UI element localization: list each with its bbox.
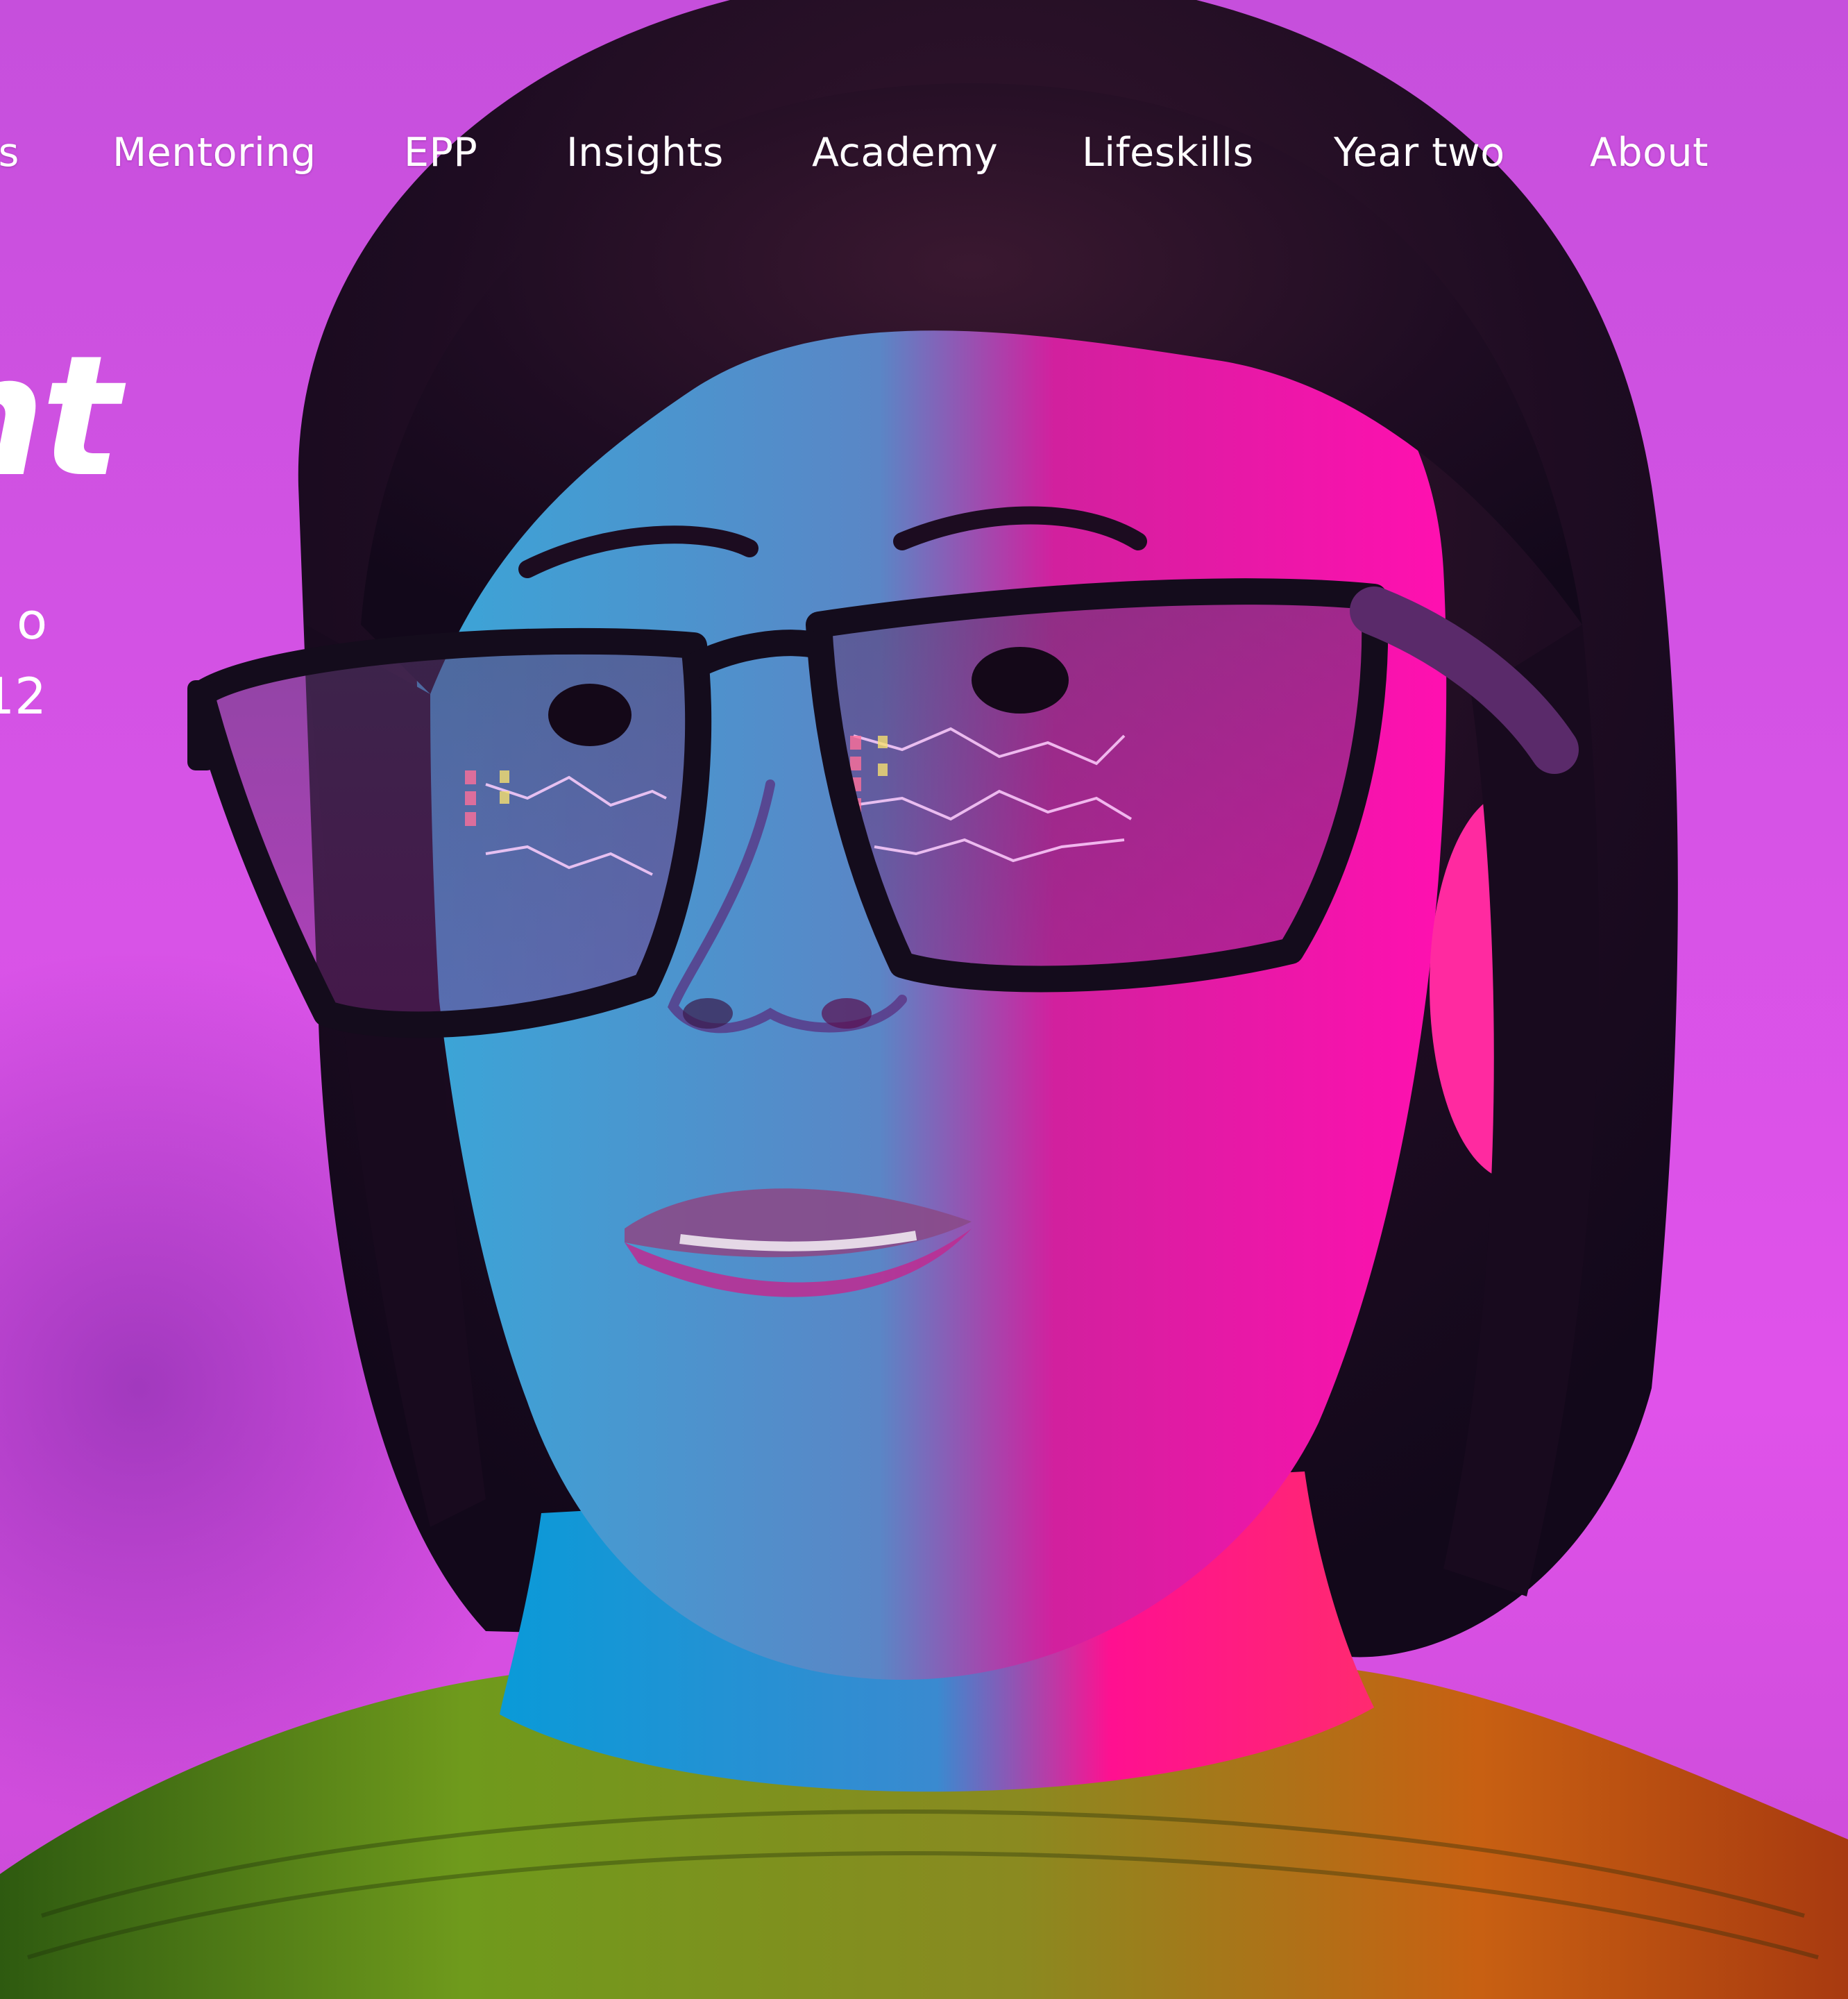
nav-link-year-two[interactable]: Year two [1334, 118, 1505, 187]
main-navigation: es Mentoring EPP Insights Academy Lifesk… [0, 118, 1848, 187]
nav-link-about[interactable]: About [1590, 118, 1709, 187]
hero-subtitle-line-1: o [16, 592, 47, 650]
nav-link-clipped[interactable]: es [0, 118, 19, 187]
nav-link-insights[interactable]: Insights [566, 118, 724, 187]
nav-link-mentoring[interactable]: Mentoring [112, 118, 316, 187]
nav-link-lifeskills[interactable]: Lifeskills [1082, 118, 1254, 187]
hero-title: nt [0, 319, 121, 514]
hero-subtitle-line-2: 12 [0, 667, 46, 725]
hero-section: es Mentoring EPP Insights Academy Lifesk… [0, 0, 1848, 1999]
nav-link-epp[interactable]: EPP [404, 118, 477, 187]
nav-link-academy[interactable]: Academy [812, 118, 998, 187]
hero-photo [0, 0, 1848, 1999]
